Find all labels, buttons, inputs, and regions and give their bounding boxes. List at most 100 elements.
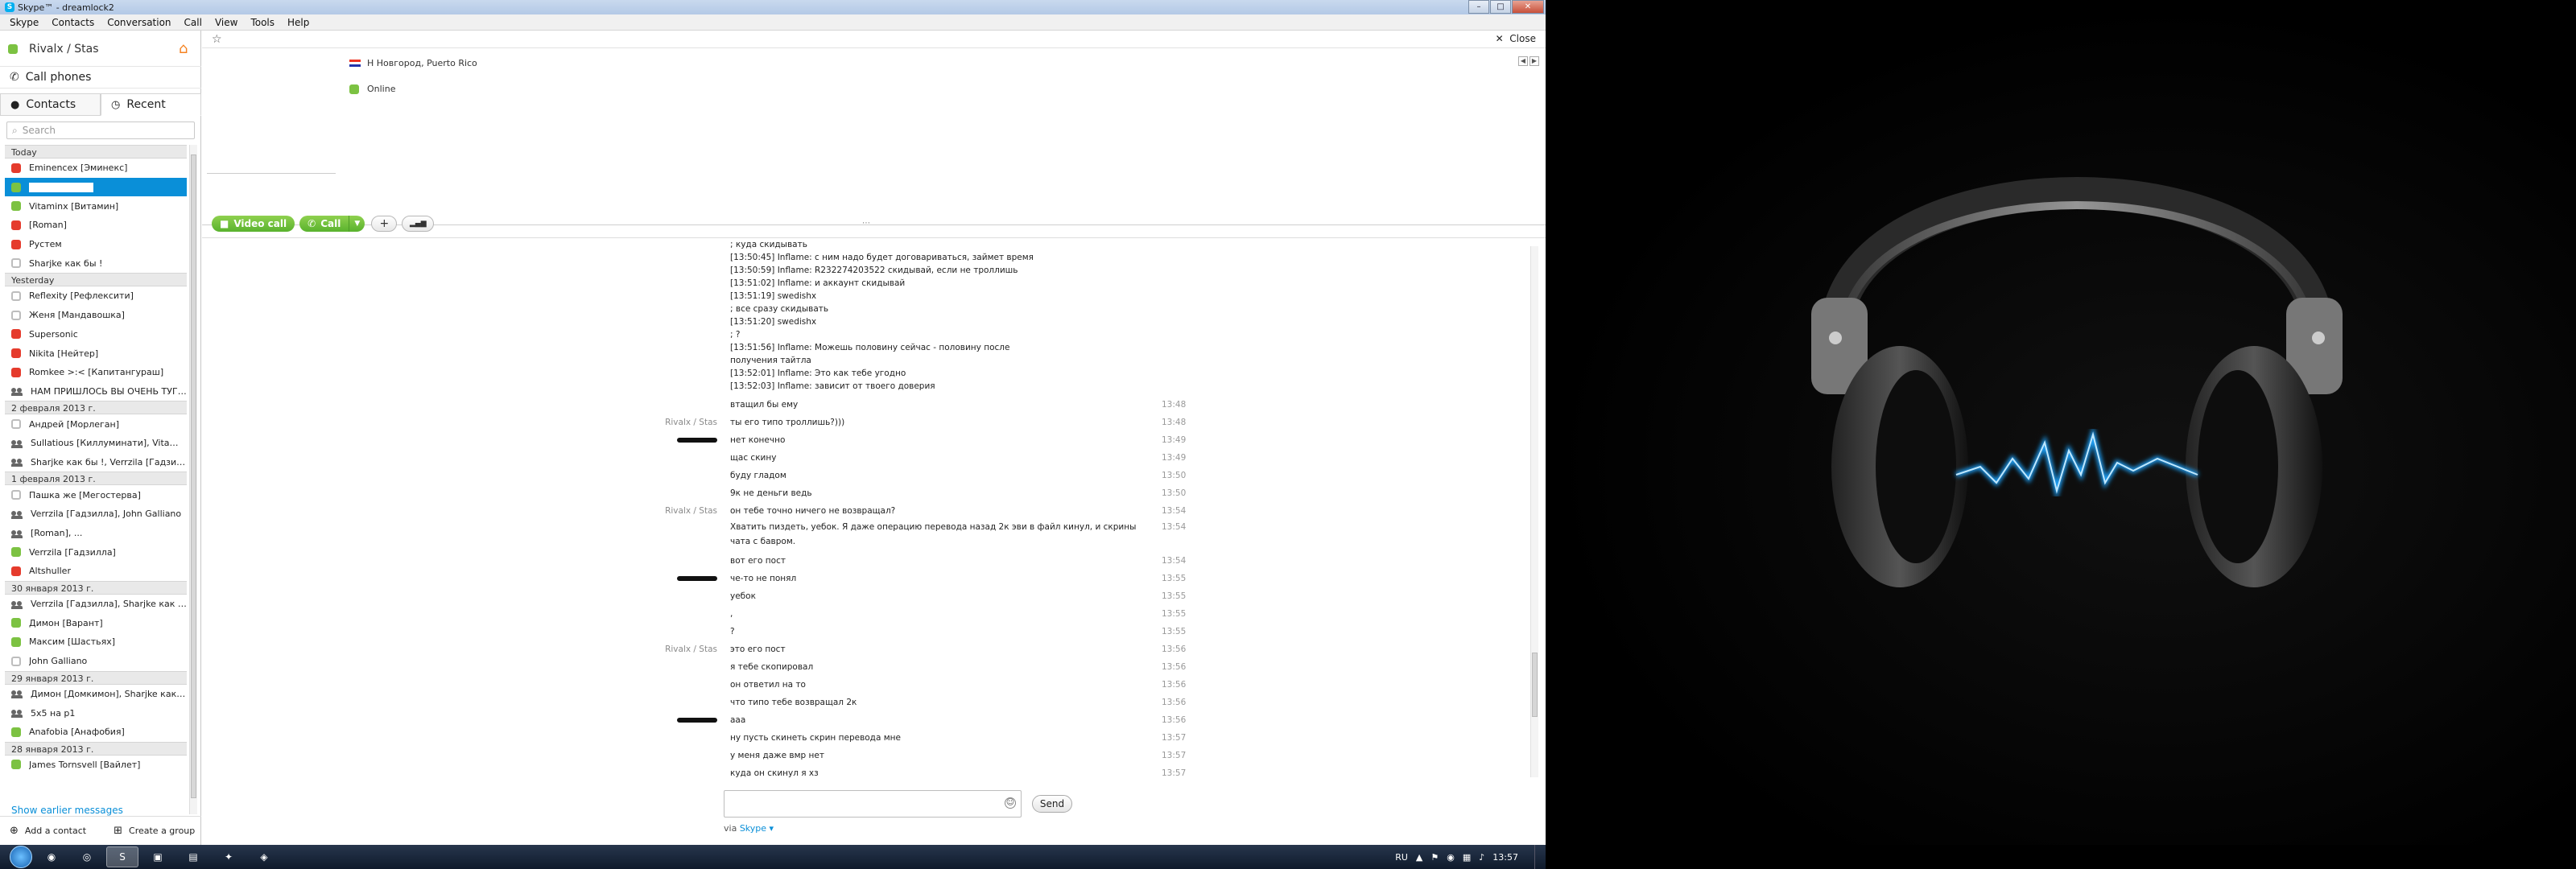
contact-item[interactable]: 5х5 на р1 [5, 703, 187, 723]
contact-item[interactable] [5, 177, 187, 197]
status-icon [11, 182, 21, 192]
next-arrow-icon[interactable]: ▶ [1530, 56, 1539, 66]
contact-item[interactable]: James Tornsvell [Вайлет] [5, 756, 187, 775]
star-icon[interactable]: ☆ [212, 33, 222, 46]
chat-scroll-thumb[interactable] [1532, 653, 1538, 717]
contact-item[interactable]: Димон [Домкимон], Sharjke как бы ! [5, 685, 187, 704]
contact-item[interactable]: Рустем [5, 235, 187, 254]
message-text: ты его типо троллишь?))) [730, 418, 845, 427]
status-icon [11, 636, 21, 647]
home-icon[interactable]: ⌂ [179, 42, 193, 56]
contact-item[interactable]: Verrzila [Гадзилла], John Galliano [5, 505, 187, 524]
quote-line: ; все сразу скидывать [730, 304, 829, 314]
message-input[interactable] [729, 793, 987, 816]
contact-item[interactable]: Sullatious [Киллуминати], Vitaminx [... [5, 434, 187, 453]
contact-item[interactable]: [Roman], ... [5, 524, 187, 543]
emoticon-icon[interactable]: ☺ [1005, 797, 1016, 809]
contact-item[interactable]: Altshuller [5, 562, 187, 581]
volume-icon[interactable]: ♪ [1479, 852, 1484, 863]
network-icon[interactable]: ▦ [1463, 852, 1471, 863]
menu-skype[interactable]: Skype [3, 17, 45, 28]
show-earlier-messages-link[interactable]: Show earlier messages [11, 805, 123, 816]
contact-item[interactable]: Женя [Мандавошка] [5, 306, 187, 325]
show-desktop-button[interactable] [1534, 845, 1546, 869]
tray-skype-icon[interactable]: ◉ [1447, 852, 1455, 863]
contact-item[interactable]: John Galliano [5, 652, 187, 671]
create-group-button[interactable]: ⊞ Create a group [114, 825, 195, 837]
contact-item[interactable]: [Roman] [5, 216, 187, 235]
via-skype-dropdown[interactable]: Skype ▾ [740, 823, 774, 834]
contact-item[interactable]: Vitaminx [Витамин] [5, 196, 187, 216]
contact-item[interactable]: Eminencex [Эминекс] [5, 159, 187, 178]
contact-item[interactable]: Пашка же [Мегостерва] [5, 485, 187, 505]
contact-item[interactable]: Максим [Шастьях] [5, 632, 187, 652]
system-tray: RU ▲ ⚑ ◉ ▦ ♪ 13:57 [1395, 845, 1546, 869]
tab-contacts[interactable]: ● Contacts [0, 93, 101, 116]
call-button[interactable]: ✆ Call [299, 215, 349, 232]
person-icon: ● [10, 98, 20, 111]
contact-item[interactable]: НАМ ПРИШЛОСЬ ВЫ ОЧЕНЬ ТУГО Е... [5, 382, 187, 402]
contact-item[interactable]: Romkee >:< [Капитангураш] [5, 363, 187, 382]
online-status-icon[interactable] [8, 44, 18, 54]
close-window-button[interactable]: ✕ [1512, 0, 1544, 14]
menu-conversation[interactable]: Conversation [101, 17, 177, 28]
start-button-icon[interactable] [10, 846, 32, 868]
contact-item[interactable]: Nikita [Нейтер] [5, 344, 187, 363]
contact-name: 5х5 на р1 [31, 707, 76, 719]
send-button[interactable]: Send [1032, 795, 1072, 813]
chat-message: Rivalx / Stas он тебе точно ничего не воз… [653, 502, 1265, 520]
terminal-icon[interactable]: ▣ [142, 846, 174, 867]
call-quality-button[interactable]: ▂▄▆ [402, 215, 435, 232]
firefox-icon[interactable]: ◎ [71, 846, 103, 867]
message-text: втащил бы ему [730, 400, 799, 410]
menu-contacts[interactable]: Contacts [45, 17, 101, 28]
contact-item[interactable]: Verrzila [Гадзилла] [5, 542, 187, 562]
contact-item[interactable]: Supersonic [5, 325, 187, 344]
contact-item[interactable]: Anafobia [Анафобия] [5, 723, 187, 742]
close-conversation-button[interactable]: ✕ Close [1496, 33, 1536, 44]
message-time: 13:56 [1162, 698, 1187, 707]
tray-arrow-icon[interactable]: ▲ [1416, 852, 1422, 863]
menu-call[interactable]: Call [178, 17, 208, 28]
prev-arrow-icon[interactable]: ◀ [1518, 56, 1528, 66]
menu-tools[interactable]: Tools [244, 17, 281, 28]
add-contact-label: Add a contact [24, 826, 87, 836]
minimize-button[interactable]: – [1468, 0, 1489, 14]
sidebar-scrollbar[interactable] [189, 145, 197, 814]
message-sender: Rivalx / Stas [665, 418, 717, 427]
sidebar-scroll-thumb[interactable] [191, 154, 196, 798]
network-app-icon[interactable]: ◈ [248, 846, 280, 867]
search-input[interactable] [22, 125, 184, 136]
menu-help[interactable]: Help [281, 17, 316, 28]
tray-flag-icon[interactable]: ⚑ [1430, 852, 1439, 863]
call-phones-button[interactable]: ✆ Call phones [0, 66, 201, 89]
clock[interactable]: 13:57 [1492, 852, 1518, 863]
search-box[interactable]: ⌕ [6, 121, 195, 139]
video-call-button[interactable]: ■ Video call [212, 215, 295, 232]
chrome-icon[interactable]: ◉ [35, 846, 68, 867]
contact-item[interactable]: Sharjke как бы ! [5, 253, 187, 273]
maximize-button[interactable]: □ [1490, 0, 1511, 14]
language-indicator[interactable]: RU [1395, 852, 1408, 863]
contact-item[interactable]: Андрей [Морлеган] [5, 414, 187, 434]
game-icon[interactable]: ✦ [213, 846, 245, 867]
menu-view[interactable]: View [208, 17, 244, 28]
chat-message: щас скину 13:49 [653, 449, 1265, 467]
contact-item[interactable]: Димон [Варант] [5, 613, 187, 632]
tab-recent[interactable]: ◷ Recent [101, 93, 201, 116]
message-text: он ответил на то [730, 680, 806, 690]
contact-item[interactable]: Verrzila [Гадзилла], Sharjke как бы ! [5, 595, 187, 614]
skype-taskbar-icon[interactable]: S [106, 846, 138, 867]
contact-name: Димон [Домкимон], Sharjke как бы ! [31, 688, 187, 699]
quote-line: [13:50:59] Inflame: R232274203522 скидыв… [730, 266, 1018, 275]
chat-scrollbar[interactable] [1530, 246, 1538, 777]
add-people-button[interactable]: + [371, 215, 398, 232]
contact-item[interactable]: Sharjke как бы !, Verrzila [Гадзилла] [5, 453, 187, 472]
my-profile[interactable]: Rivalx / Stas ⌂ [0, 37, 201, 61]
add-contact-button[interactable]: ⊕ Add a contact [10, 825, 86, 837]
tab-recent-label: Recent [126, 98, 166, 111]
app-icon[interactable]: ▤ [177, 846, 209, 867]
call-dropdown-button[interactable]: ▼ [349, 215, 365, 232]
contact-name: Reflexity [Рефлексити] [29, 290, 134, 302]
contact-item[interactable]: Reflexity [Рефлексити] [5, 286, 187, 306]
